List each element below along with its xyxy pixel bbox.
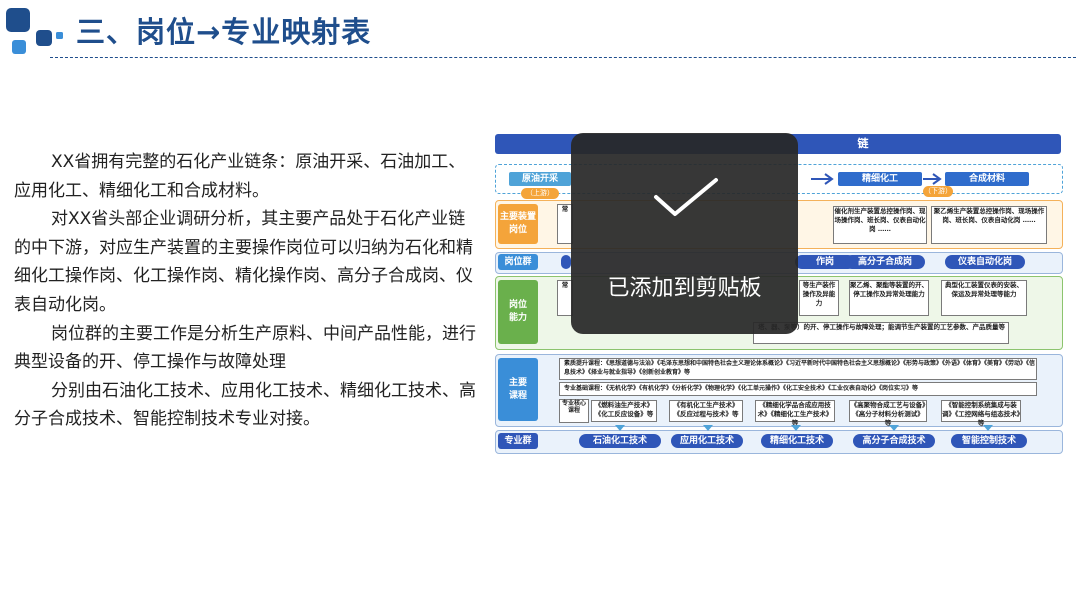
paragraph-4: 分别由石油化工技术、应用化工技术、精细化工技术、高分子合成技术、智能控制技术专业… [14, 380, 476, 430]
ability-box-4: 聚乙烯、聚酯等装置的开、停工操作及异常处理能力 [849, 280, 929, 316]
major-pill-1: 石油化工技术 [579, 434, 661, 448]
courses-label: 主要课程 [498, 358, 538, 421]
group-pill-4: 高分子合成岗 [845, 255, 925, 269]
group-label: 岗位群 [498, 254, 538, 270]
core-course-2: 《有机化工生产技术》《反应过程与技术》等 [669, 400, 743, 422]
core-course-4: 《高聚物合成工艺与设备》《高分子材料分析测试》等 [849, 400, 927, 427]
arrow-right-icon [811, 173, 834, 185]
chain-item-synthetic: 合成材料 [945, 172, 1029, 186]
arrow-right-icon [923, 173, 942, 185]
core-courses-label: 专业核心课程 [559, 399, 589, 423]
device-box-5: 聚乙烯生产装置总控操作岗、现场操作岗、班长岗、仪表自动化岗 …… [931, 206, 1047, 244]
ability-label: 岗位能力 [498, 280, 538, 344]
group-pill-5: 仪表自动化岗 [945, 255, 1025, 269]
major-label: 专业群 [498, 433, 538, 449]
basic-courses: 专业基础课程：《无机化学》《有机化学》《分析化学》《物理化学》《化工单元操作》《… [559, 382, 1037, 396]
body-text: XX省拥有完整的石化产业链条：原油开采、石油加工、应用化工、精细化工和合成材料。… [14, 148, 480, 434]
toast-message: 已添加到剪贴板 [607, 276, 762, 301]
arrow-down-icon [703, 425, 713, 431]
devices-label: 主要装置岗位 [498, 204, 538, 244]
upstream-badge: （上游） [521, 188, 559, 199]
major-pill-5: 智能控制技术 [951, 434, 1027, 448]
chain-item-fine: 精细化工 [838, 172, 922, 186]
downstream-badge: （下游） [923, 186, 953, 197]
paragraph-3: 岗位群的主要工作是分析生产原料、中间产品性能，进行典型设备的开、停工操作与故障处… [14, 323, 476, 373]
arrow-down-icon [983, 425, 993, 431]
major-pill-4: 高分子合成技术 [853, 434, 935, 448]
chain-item-crude: 原油开采 [509, 172, 571, 186]
paragraph-2: 对XX省头部企业调研分析，其主要产品处于石化产业链的中下游，对应生产装置的主要操… [14, 209, 473, 315]
core-course-5: 《智能控制系统集成与装调》《工控网络与组态技术》等 [941, 400, 1021, 427]
arrow-down-icon [615, 425, 625, 431]
paragraph-1: XX省拥有完整的石化产业链条：原油开采、石油加工、应用化工、精细化工和合成材料。 [14, 152, 466, 201]
arrow-down-icon [791, 425, 801, 431]
core-course-3: 《精细化学品合成应用技术》《精细化工生产技术》等 [755, 400, 835, 427]
ability-box-5: 典型化工装置仪表的安装、保运及异常处理等能力 [941, 280, 1027, 316]
device-box-4: 催化剂生产装置总控操作岗、现场操作岗、班长岗、仪表自动化岗 …… [833, 206, 927, 244]
core-course-1: 《燃料油生产技术》《化工反应设备》等 [591, 400, 657, 422]
arrow-down-icon [889, 425, 899, 431]
clipboard-toast: 已添加到剪贴板 [571, 133, 798, 334]
logo-icon [6, 8, 63, 54]
major-pill-3: 精细化工技术 [761, 434, 833, 448]
major-pill-2: 应用化工技术 [671, 434, 743, 448]
group-pill-1 [561, 255, 571, 269]
quality-courses: 素质提升课程：《思想道德与法治》《毛泽东思想和中国特色社会主义理论体系概论》《习… [559, 358, 1037, 380]
page-title: 三、岗位→专业映射表 [76, 15, 372, 49]
ability-box-3: 等生产装作操作及异能力 [799, 280, 839, 316]
check-icon [654, 178, 718, 216]
title-divider [50, 57, 1076, 58]
